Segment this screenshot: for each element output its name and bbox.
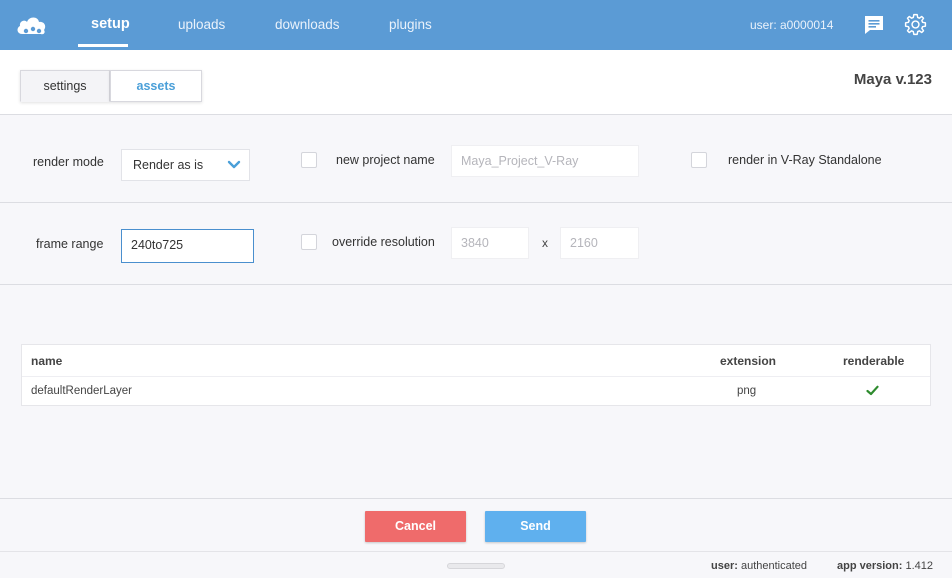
render-settings-row: render mode Render as is new project nam… <box>0 116 952 203</box>
app-version: app version: 1.412 <box>837 560 933 572</box>
top-nav-bar: setup uploads downloads plugins user: a0… <box>0 0 952 50</box>
render-mode-label: render mode <box>33 155 104 169</box>
project-name-input[interactable]: Maya_Project_V-Ray <box>451 145 639 177</box>
app-title: Maya v.123 <box>853 71 932 88</box>
chat-icon[interactable] <box>862 13 886 37</box>
auth-status-value: authenticated <box>740 560 808 572</box>
footer-bar: Cancel Send user: authenticated app vers… <box>0 498 952 578</box>
resolution-x-separator: x <box>542 236 548 250</box>
column-header-name[interactable]: name <box>31 354 62 368</box>
frame-range-input[interactable]: 240to725 <box>121 229 254 263</box>
column-header-renderable[interactable]: renderable <box>843 354 904 368</box>
nav-uploads[interactable]: uploads <box>178 17 225 32</box>
scroll-handle[interactable] <box>447 563 505 569</box>
auth-status-key: user: <box>711 560 738 572</box>
resolution-width-input[interactable]: 3840 <box>451 227 529 259</box>
column-header-extension[interactable]: extension <box>720 354 776 368</box>
gear-icon[interactable] <box>903 12 928 37</box>
nav-downloads[interactable]: downloads <box>275 17 340 32</box>
cloud-logo-icon[interactable] <box>14 10 50 38</box>
resolution-height-input[interactable]: 2160 <box>560 227 639 259</box>
tab-settings[interactable]: settings <box>20 70 110 102</box>
layer-name-cell: defaultRenderLayer <box>31 385 133 397</box>
new-project-label: new project name <box>336 153 435 167</box>
status-bar: user: authenticated app version: 1.412 <box>0 551 952 578</box>
user-label: user: a0000014 <box>750 18 834 32</box>
frame-settings-row: frame range 240to725 override resolution… <box>0 203 952 285</box>
app-version-key: app version: <box>837 560 903 572</box>
tab-strip: settings assets Maya v.123 <box>0 50 952 115</box>
nav-active-indicator <box>78 44 128 47</box>
vray-standalone-checkbox[interactable] <box>691 152 707 168</box>
layer-extension-cell: png <box>737 385 757 397</box>
nav-setup[interactable]: setup <box>91 16 130 32</box>
app-version-value: 1.412 <box>905 560 933 572</box>
nav-plugins[interactable]: plugins <box>389 17 432 32</box>
render-mode-value: Render as is <box>133 158 204 172</box>
table-row[interactable]: defaultRenderLayer png <box>22 376 930 406</box>
override-resolution-checkbox[interactable] <box>301 234 317 250</box>
tab-assets[interactable]: assets <box>110 70 202 102</box>
auth-status: user: authenticated <box>711 560 807 572</box>
renderable-check-icon[interactable] <box>866 385 879 396</box>
cancel-button[interactable]: Cancel <box>365 511 466 542</box>
new-project-checkbox[interactable] <box>301 152 317 168</box>
chevron-down-icon <box>227 160 241 169</box>
frame-range-label: frame range <box>36 237 104 251</box>
render-layers-table: name extension renderable defaultRenderL… <box>21 344 931 406</box>
vray-standalone-label: render in V-Ray Standalone <box>728 153 882 167</box>
render-mode-select[interactable]: Render as is <box>121 149 250 181</box>
send-button[interactable]: Send <box>485 511 586 542</box>
override-resolution-label: override resolution <box>332 235 435 249</box>
